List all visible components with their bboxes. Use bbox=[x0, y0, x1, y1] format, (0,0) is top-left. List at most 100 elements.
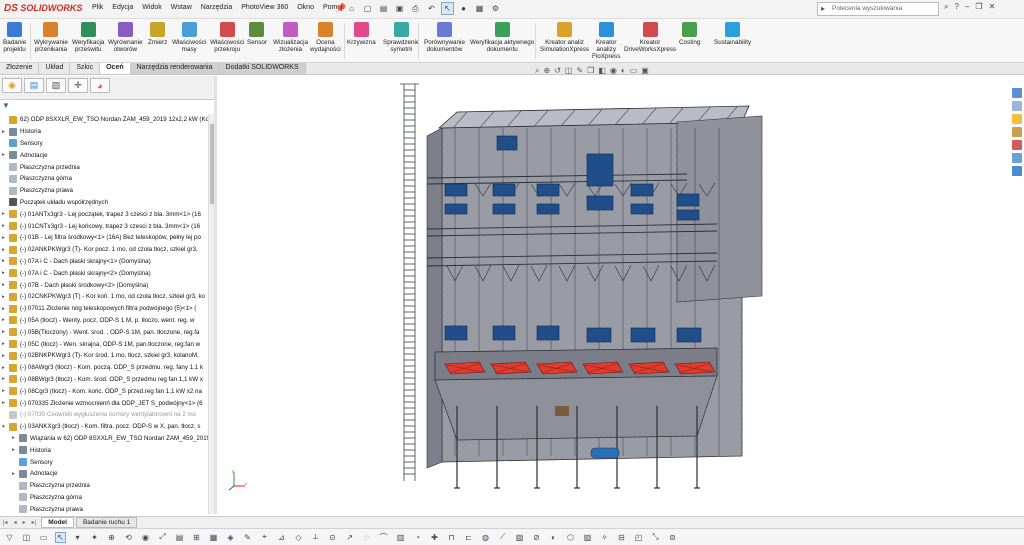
cm-tab-0[interactable]: Złożenie bbox=[0, 63, 40, 74]
graphics-area[interactable] bbox=[217, 76, 1010, 514]
toolbar-tool-icon-22[interactable]: ⌒ bbox=[378, 532, 389, 543]
tree-item[interactable]: Płaszczyzna przednia bbox=[2, 161, 80, 173]
tree-expand-arrow-icon[interactable]: ▸ bbox=[2, 341, 9, 347]
tree-item[interactable]: ▸ Adnotacje bbox=[12, 468, 58, 480]
tree-expand-arrow-icon[interactable]: ▸ bbox=[2, 282, 9, 288]
tree-item[interactable]: ▸ (-) 08AWgr3 (tłocz) - Kom. począ. ODP_S… bbox=[2, 362, 203, 374]
toolbar-tool-icon-0[interactable]: ▽ bbox=[4, 532, 15, 543]
tree-expand-arrow-icon[interactable]: ▸ bbox=[2, 365, 9, 371]
cm-tab-4[interactable]: Narzędzia renderowania bbox=[130, 63, 220, 74]
filter-icon[interactable]: ▼ bbox=[2, 101, 10, 110]
toolbar-tool-icon-36[interactable]: ⊟ bbox=[616, 532, 627, 543]
toolbar-tool-icon-17[interactable]: ◇ bbox=[293, 532, 304, 543]
ribbon-button-12[interactable]: Porównywanie dokumentów bbox=[424, 22, 465, 53]
last-tab-icon[interactable]: ▸| bbox=[32, 519, 37, 526]
ribbon-button-5[interactable]: Właściwości masy bbox=[172, 22, 206, 53]
tree-item[interactable]: ▸ (-) 070335 Złożenie wzmocnienń dla ODP_… bbox=[2, 397, 203, 409]
custom-properties-tab-icon[interactable] bbox=[1012, 153, 1022, 163]
ribbon-button-17[interactable]: Costing bbox=[679, 22, 700, 46]
toolbar-tool-icon-12[interactable]: ▦ bbox=[208, 532, 219, 543]
tree-item[interactable]: ▸ (-) 08Cgr3 (tłocz) - Kom. końc. ODP_S p… bbox=[2, 385, 202, 397]
tree-item[interactable]: Płaszczyzna prawa bbox=[2, 185, 73, 197]
tree-item[interactable]: ▸ (-) 01ANTx3gr3 - Lej początek, trapez 3… bbox=[2, 208, 201, 220]
tree-item[interactable]: ▸ (-) 01CNTx3gr3 - Lej końcowy, trapez 3 … bbox=[2, 220, 200, 232]
featuremanager-tab-icon[interactable]: ◉ bbox=[2, 78, 22, 93]
search-input[interactable]: ▸ Polecenia wyszukiwania bbox=[817, 2, 939, 16]
select-icon[interactable]: ↖ bbox=[441, 2, 454, 15]
tree-item[interactable]: Płaszczyzna górna bbox=[12, 492, 82, 504]
configurationmanager-tab-icon[interactable]: ▧ bbox=[46, 78, 66, 93]
toolbar-tool-icon-7[interactable]: ⟲ bbox=[123, 532, 134, 543]
zoom-area-icon[interactable]: ⊕ bbox=[543, 66, 550, 76]
restore-icon[interactable]: ❐ bbox=[975, 2, 982, 12]
ribbon-button-18[interactable]: Sustainability bbox=[714, 22, 751, 46]
file-explorer-tab-icon[interactable] bbox=[1012, 114, 1022, 124]
tree-item[interactable]: ▸ (-) 05C (tłocz) - Wen. skrajna, ODP-S 1… bbox=[2, 338, 200, 350]
tree-item[interactable]: Sensory bbox=[2, 138, 43, 150]
prev-tab-icon[interactable]: ◂ bbox=[14, 519, 17, 526]
toolbar-tool-icon-3[interactable]: ↖ bbox=[55, 531, 66, 543]
ribbon-button-8[interactable]: Wizualizacja złożenia bbox=[273, 22, 308, 53]
tree-item[interactable]: ▸ (-) 01B - Lej filtra środkowy<1> (16A) … bbox=[2, 232, 201, 244]
help-icon[interactable]: ? bbox=[954, 2, 958, 12]
tree-expand-arrow-icon[interactable]: ▸ bbox=[2, 235, 9, 241]
toolbar-tool-icon-18[interactable]: ⟂ bbox=[310, 532, 321, 543]
ribbon-button-11[interactable]: Sprawdzenie symetrii bbox=[383, 22, 419, 53]
tree-item[interactable]: ▸ Historia bbox=[12, 444, 51, 456]
tree-item[interactable]: (-) 07030 Ceowniki wygłuszenia komory we… bbox=[2, 409, 196, 421]
options-gear-icon[interactable]: ⚙ bbox=[489, 2, 502, 15]
tree-item[interactable]: ▸ (-) 05B(Tłoczony) - Went. środ. , ODP-S… bbox=[2, 326, 199, 338]
tree-item[interactable]: ▸ (-) 08BWgr3 (tłocz) - Kom. środ. ODP_S … bbox=[2, 374, 203, 386]
tree-item[interactable]: ▸ (-) 02CNKPKWgr3 (T) - Kor koń. 1 mo, od… bbox=[2, 291, 205, 303]
toolbar-tool-icon-19[interactable]: ⊙ bbox=[327, 532, 338, 543]
tree-item[interactable]: ▸ (-) 07011 Złożenie nóg teleskopowych fi… bbox=[2, 303, 196, 315]
tree-item[interactable]: ▸ (-) 02BNKPKWgr3 (T)- Kor środ. 1 mo, tł… bbox=[2, 350, 199, 362]
tree-expand-arrow-icon[interactable]: ▸ bbox=[2, 306, 9, 312]
display-manager-tab-icon[interactable]: ◕ bbox=[90, 78, 110, 93]
print-icon[interactable]: ⎙ bbox=[409, 2, 422, 15]
tree-item[interactable]: Sensory bbox=[12, 456, 53, 468]
tree-expand-arrow-icon[interactable]: ▸ bbox=[12, 435, 19, 441]
toolbar-tool-icon-9[interactable]: ⤢ bbox=[157, 532, 168, 543]
toolbar-tool-icon-4[interactable]: ▾ bbox=[72, 532, 83, 543]
tree-item[interactable]: ▸ (-) 07B - Dach płaski środkowy<2> (Domy… bbox=[2, 279, 148, 291]
home-icon[interactable]: ⌂ bbox=[345, 2, 358, 15]
toolbar-tool-icon-16[interactable]: ⊿ bbox=[276, 532, 287, 543]
cm-tab-1[interactable]: Układ bbox=[39, 63, 71, 74]
previous-view-icon[interactable]: ↺ bbox=[554, 66, 561, 76]
edit-appearance-icon[interactable]: ◐ bbox=[621, 66, 626, 76]
bottom-tab-1[interactable]: Badanie ruchu 1 bbox=[75, 517, 138, 528]
cm-tab-2[interactable]: Szkic bbox=[70, 63, 101, 74]
open-icon[interactable]: ▤ bbox=[377, 2, 390, 15]
tree-expand-arrow-icon[interactable]: ▸ bbox=[2, 258, 9, 264]
menu-item-1[interactable]: Edycja bbox=[112, 4, 133, 11]
toolbar-tool-icon-34[interactable]: ▨ bbox=[582, 532, 593, 543]
solidworks-logo[interactable]: DS SOLIDWORKS bbox=[4, 3, 82, 14]
ribbon-button-7[interactable]: Sensor bbox=[247, 22, 267, 46]
toolbar-tool-icon-39[interactable]: ⊜ bbox=[667, 532, 678, 543]
tree-expand-arrow-icon[interactable]: ▸ bbox=[2, 329, 9, 335]
tree-item[interactable]: 62) ODP 8SXXLR_EW_TSO Nordan ZAM_459_201… bbox=[2, 114, 208, 126]
ribbon-button-0[interactable]: Badanie projektu bbox=[3, 22, 26, 53]
minimize-icon[interactable]: – bbox=[965, 2, 969, 12]
toolbar-tool-icon-38[interactable]: ⤡ bbox=[650, 532, 661, 543]
next-tab-icon[interactable]: ▸ bbox=[23, 519, 26, 526]
file-properties-icon[interactable]: ▦ bbox=[473, 2, 486, 15]
toolbar-tool-icon-26[interactable]: ⊓ bbox=[446, 532, 457, 543]
ribbon-button-10[interactable]: Krzywizna bbox=[347, 22, 376, 46]
tree-item[interactable]: Początek układu współrzędnych bbox=[2, 197, 108, 209]
tree-item[interactable]: ▸ (-) 02ANKPKWgr3 (T)- Kor pocz. 1 mo, od… bbox=[2, 244, 198, 256]
tree-item[interactable]: ▸ (-) 07A i C - Dach płaski skrajny<2> (D… bbox=[2, 267, 151, 279]
toolbar-tool-icon-29[interactable]: ⟋ bbox=[497, 532, 508, 543]
undo-icon[interactable]: ↶ bbox=[425, 2, 438, 15]
toolbar-tool-icon-15[interactable]: ⌖ bbox=[259, 532, 270, 543]
ribbon-button-3[interactable]: Wyrównanie otworów bbox=[108, 22, 143, 53]
tree-expand-arrow-icon[interactable]: ▸ bbox=[2, 270, 9, 276]
tree-expand-arrow-icon[interactable]: ▸ bbox=[2, 211, 9, 217]
toolbar-tool-icon-35[interactable]: ✧ bbox=[599, 532, 610, 543]
cm-tab-5[interactable]: Dodatki SOLIDWORKS bbox=[219, 63, 306, 74]
toolbar-tool-icon-6[interactable]: ⊕ bbox=[106, 532, 117, 543]
ribbon-button-14[interactable]: Kreator analiz SimulationXpress bbox=[540, 22, 589, 53]
tree-expand-arrow-icon[interactable]: ▸ bbox=[12, 447, 19, 453]
toolbar-tool-icon-32[interactable]: ◐ bbox=[548, 532, 559, 543]
